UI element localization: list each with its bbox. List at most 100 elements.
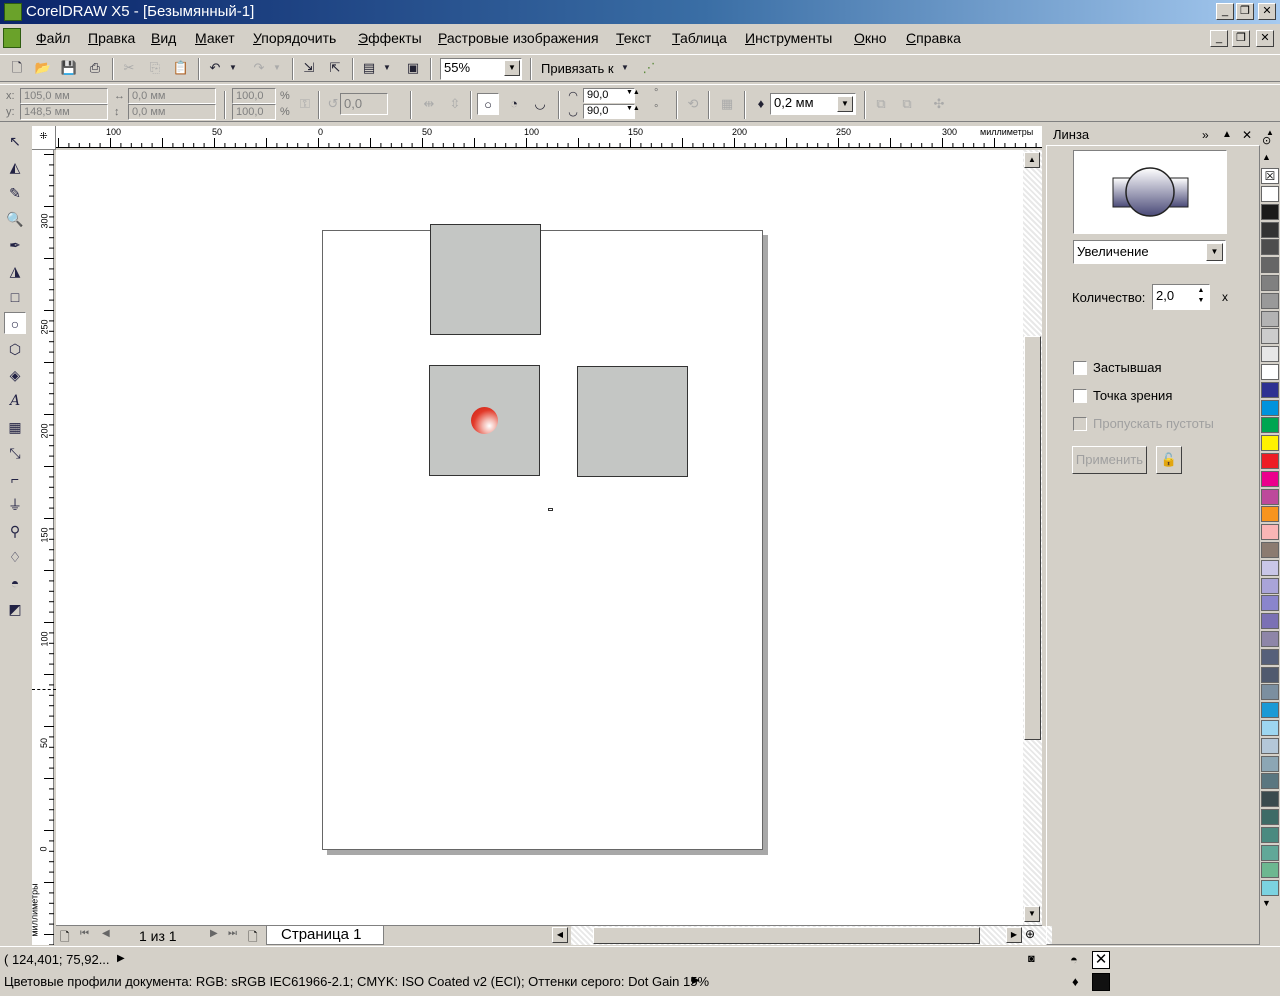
color-swatch[interactable] (1261, 542, 1279, 558)
red-circle-lens[interactable] (471, 407, 498, 434)
close-button[interactable]: ✕ (1258, 3, 1276, 20)
x-position-field[interactable]: 105,0 мм (20, 88, 108, 104)
to-front-icon[interactable]: ⧉ (870, 93, 892, 115)
minimize-button[interactable]: _ (1216, 3, 1234, 20)
color-swatch[interactable] (1261, 737, 1279, 754)
lens-type-combo[interactable]: Увеличение (1073, 240, 1226, 264)
wrap-text-icon[interactable]: ▦ (716, 93, 738, 115)
start-angle-spin-icon[interactable]: ▼▲ (626, 89, 640, 96)
docker-expand-icon[interactable]: » (1202, 126, 1209, 144)
color-swatch[interactable] (1261, 488, 1279, 505)
ellipse-tool-icon[interactable]: ○ (4, 312, 26, 334)
color-swatch[interactable] (1261, 310, 1279, 327)
apply-button[interactable]: Применить (1072, 446, 1147, 474)
color-swatch[interactable] (1261, 186, 1279, 202)
scroll-up-icon[interactable]: ▲ (1024, 152, 1040, 168)
eyedropper-tool-icon[interactable]: ⚲ (4, 520, 26, 542)
profiles-expand-icon[interactable]: ▶ (692, 975, 700, 986)
color-swatch[interactable] (1261, 524, 1279, 541)
vertical-scrollbar[interactable]: ▲ ▼ (1023, 150, 1042, 925)
new-icon[interactable]: 🗋 (6, 57, 28, 79)
color-swatch[interactable] (1261, 559, 1279, 576)
undo-icon[interactable]: ↶ (204, 57, 226, 79)
snap-dropdown-icon[interactable]: ▼ (618, 57, 632, 79)
color-swatch[interactable] (1261, 826, 1279, 843)
viewpoint-checkbox[interactable] (1073, 389, 1087, 403)
rotation-angle-field[interactable]: 0,0 (340, 93, 388, 115)
arc-mode-icon[interactable]: ◡ (529, 93, 551, 115)
color-swatch[interactable] (1261, 631, 1279, 647)
snap-options-icon[interactable]: ⋰ (638, 57, 660, 79)
color-swatch[interactable] (1261, 470, 1279, 487)
color-swatch[interactable] (1261, 453, 1279, 469)
menu-window[interactable]: Окно (854, 30, 887, 46)
color-swatch[interactable] (1261, 381, 1279, 398)
print-preview-icon[interactable]: ◙ (1028, 953, 1035, 965)
color-swatch[interactable] (1261, 880, 1279, 897)
menu-tools[interactable]: Инструменты (745, 30, 832, 46)
zoom-dropdown-icon[interactable]: ▼ (504, 60, 520, 76)
next-page-icon[interactable]: ▶ (210, 928, 218, 939)
page-counter[interactable]: 1 из 1 (139, 928, 177, 944)
color-swatch[interactable] (1261, 364, 1279, 380)
docker-collapse-icon[interactable]: ▲ (1222, 126, 1232, 144)
color-swatch[interactable] (1261, 702, 1279, 719)
snap-to-label[interactable]: Привязать к (541, 61, 614, 76)
fill-tool-icon[interactable]: ◓ (4, 572, 26, 594)
pick-tool-icon[interactable]: ↖ (4, 130, 26, 152)
color-swatch[interactable] (1261, 257, 1279, 274)
color-swatch[interactable] (1261, 613, 1279, 630)
launcher-dropdown-icon[interactable]: ▼ (380, 57, 394, 79)
horizontal-scroll-thumb[interactable] (593, 927, 980, 944)
mirror-horizontal-icon[interactable]: ⇹ (418, 93, 440, 115)
color-swatch[interactable] (1261, 791, 1279, 808)
application-launcher-icon[interactable]: ▤ (358, 57, 380, 79)
skip-blanks-checkbox[interactable] (1073, 417, 1087, 431)
height-field[interactable]: 0,0 мм (128, 104, 216, 120)
navigator-icon[interactable]: ⊕ (1025, 927, 1035, 941)
text-tool-icon[interactable]: A (4, 390, 26, 412)
redo-dropdown-icon[interactable]: ▼ (270, 57, 284, 79)
doc-minimize-button[interactable]: _ (1210, 30, 1228, 47)
palette-scroll-down-icon[interactable]: ▼ (1262, 898, 1271, 908)
smart-fill-tool-icon[interactable]: ◮ (4, 260, 26, 282)
palette-up-icon[interactable]: ▲ (1262, 152, 1271, 162)
last-page-icon[interactable]: ⏭ (228, 928, 237, 939)
interactive-fill-tool-icon[interactable]: ◩ (4, 598, 26, 620)
outline-tool-icon[interactable]: ♢ (4, 546, 26, 568)
connector-tool-icon[interactable]: ⌐ (4, 468, 26, 490)
menu-view[interactable]: Вид (151, 30, 176, 46)
color-swatch[interactable] (1261, 399, 1279, 416)
scale-width-field[interactable]: 100,0 (232, 88, 276, 104)
rectangle-tool-icon[interactable]: □ (4, 286, 26, 308)
mirror-vertical-icon[interactable]: ⇳ (444, 93, 466, 115)
doc-restore-button[interactable]: ❐ (1232, 30, 1250, 47)
palette-menu-icon[interactable]: ⊙ (1262, 134, 1271, 147)
frozen-checkbox[interactable] (1073, 361, 1087, 375)
color-swatch[interactable] (1261, 221, 1279, 238)
ellipse-mode-icon[interactable]: ○ (477, 93, 499, 115)
convert-to-curves-icon[interactable]: ✣ (928, 93, 950, 115)
save-icon[interactable]: 💾 (58, 57, 80, 79)
no-fill-swatch[interactable]: ✕ (1092, 951, 1110, 969)
import-icon[interactable]: ⇲ (298, 57, 320, 79)
gray-square-top[interactable] (430, 224, 541, 335)
vertical-ruler[interactable]: 300 250 200 150 100 50 0 миллиметры (30, 150, 54, 945)
table-tool-icon[interactable]: ▦ (4, 416, 26, 438)
width-field[interactable]: 0,0 мм (128, 88, 216, 104)
coords-expand-icon[interactable]: ▶ (117, 953, 125, 964)
change-direction-icon[interactable]: ⟲ (682, 93, 704, 115)
color-swatch[interactable] (1261, 275, 1279, 291)
color-swatch[interactable] (1261, 648, 1279, 665)
no-color-swatch[interactable]: ☒ (1261, 168, 1279, 184)
menu-edit[interactable]: Правка (88, 30, 135, 46)
paste-icon[interactable]: 📋 (170, 57, 192, 79)
drawing-canvas[interactable] (56, 150, 1023, 925)
lock-apply-icon[interactable]: 🔓 (1156, 446, 1182, 474)
document-icon[interactable] (3, 28, 21, 48)
menu-text[interactable]: Текст (616, 30, 651, 46)
color-swatch[interactable] (1261, 595, 1279, 612)
color-swatch[interactable] (1261, 809, 1279, 825)
scroll-left-icon[interactable]: ◀ (552, 927, 568, 943)
scale-height-field[interactable]: 100,0 (232, 104, 276, 120)
